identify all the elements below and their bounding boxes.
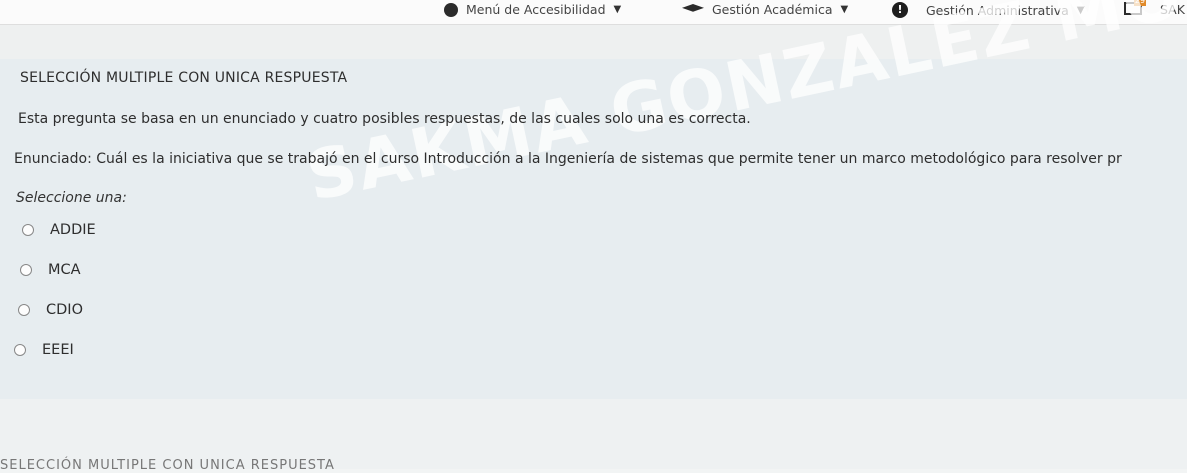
answer-option-eeei[interactable]: EEEI <box>14 342 74 358</box>
question-intro-text: Esta pregunta se basa en un enunciado y … <box>18 111 751 127</box>
answer-option-cdio[interactable]: CDIO <box>18 302 83 318</box>
radio-button[interactable] <box>20 264 32 276</box>
question-statement: Enunciado: Cuál es la iniciativa que se … <box>14 151 1122 167</box>
next-question-title: SELECCIÓN MULTIPLE CON UNICA RESPUESTA <box>0 458 335 473</box>
academic-menu[interactable]: Gestión Académica ▼ <box>682 2 848 17</box>
accessibility-menu-label: Menú de Accesibilidad <box>466 2 606 17</box>
answer-option-label: ADDIE <box>50 222 96 238</box>
answer-option-mca[interactable]: MCA <box>20 262 81 278</box>
radio-button[interactable] <box>14 344 26 356</box>
graduation-cap-icon <box>682 4 704 12</box>
chevron-down-icon: ▼ <box>613 4 622 15</box>
chevron-down-icon: ▼ <box>840 4 849 15</box>
radio-button[interactable] <box>22 224 34 236</box>
answer-prompt: Seleccione una: <box>16 190 127 206</box>
question-type-title: SELECCIÓN MULTIPLE CON UNICA RESPUESTA <box>20 70 348 86</box>
answer-option-label: MCA <box>48 262 81 278</box>
answer-option-label: EEEI <box>42 342 74 358</box>
accessibility-menu[interactable]: Menú de Accesibilidad ▼ <box>444 2 621 17</box>
answer-option-addie[interactable]: ADDIE <box>22 222 96 238</box>
accessibility-icon <box>444 2 458 17</box>
answer-option-label: CDIO <box>46 302 83 318</box>
academic-menu-label: Gestión Académica <box>712 2 833 17</box>
radio-button[interactable] <box>18 304 30 316</box>
